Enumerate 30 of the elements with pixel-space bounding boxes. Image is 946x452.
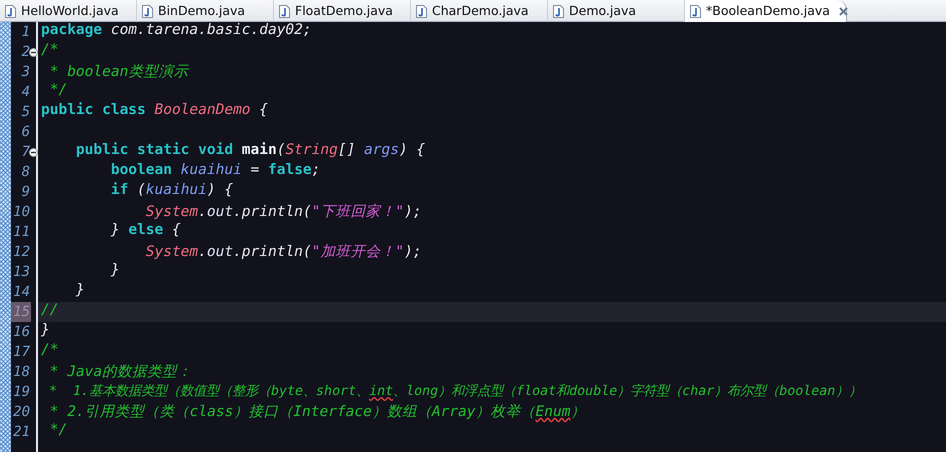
code-line: } (40, 322, 51, 340)
file-icon (141, 4, 154, 18)
code-line: * 1.基本数据类型（数值型（整形（byte、short、int、long）和浮点型（float和double）字符型（char）布尔型（boolean）） (48, 382, 862, 401)
code-line: * Java的数据类型： (48, 363, 194, 382)
code-line: if (kuaihui) { (110, 182, 234, 200)
code-line: package com.tarena.basic.day02; (40, 22, 313, 40)
file-icon (552, 4, 565, 18)
code-line: * 2.引用类型（类（class）接口（Interface）数组（Array）枚举（Enum） (48, 402, 586, 422)
code-line: public static void main(String[] args) { (74, 142, 426, 160)
file-icon (689, 4, 702, 18)
file-icon (278, 4, 291, 18)
code-line: } (110, 262, 121, 280)
fold-icon[interactable] (29, 148, 38, 156)
code-line: boolean kuaihui = false; (110, 162, 322, 180)
editor-tab[interactable]: *BooleanDemo.java (685, 0, 847, 22)
file-icon (4, 4, 17, 18)
code-line: */ (48, 82, 68, 100)
code-line: } (74, 282, 86, 300)
close-icon[interactable] (838, 6, 849, 16)
code-line: public class BooleanDemo { (40, 102, 269, 120)
code-line: /* (40, 42, 60, 60)
code-line: System.out.println("加班开会！"); (144, 243, 423, 262)
code-line: } else { (110, 222, 182, 240)
code-line: System.out.println("下班回家！"); (144, 202, 423, 222)
code-line: /* (40, 342, 60, 360)
file-icon (415, 4, 428, 18)
fold-icon[interactable] (29, 48, 38, 56)
code-line: */ (48, 422, 68, 440)
code-line: * boolean类型演示 (48, 62, 190, 82)
line-number: 15 (11, 302, 31, 322)
